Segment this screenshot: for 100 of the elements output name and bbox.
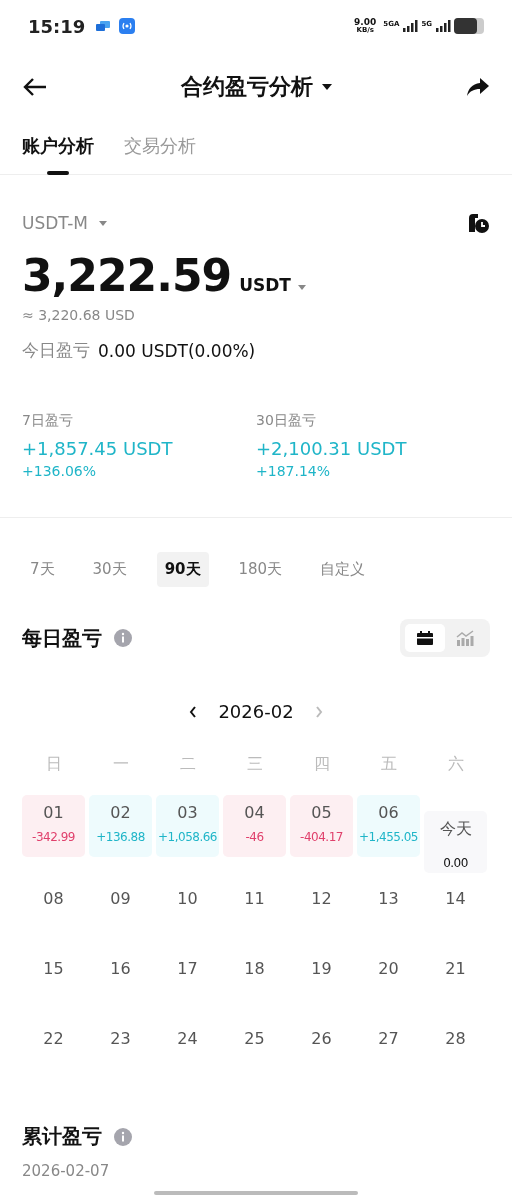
day-number: 28 — [445, 1029, 466, 1048]
day-number: 11 — [244, 889, 265, 908]
day-cell[interactable]: 01 -342.99 — [22, 795, 85, 857]
day-pnl: +1,455.05 — [359, 830, 418, 844]
day-cell[interactable]: 17 — [156, 951, 219, 1013]
section-title: 累计盈亏 — [22, 1123, 102, 1150]
day-number: 18 — [244, 959, 265, 978]
day-cell[interactable]: 19 — [290, 951, 353, 1013]
day-number: 13 — [378, 889, 399, 908]
day-number: 02 — [110, 803, 131, 822]
day-cell[interactable]: 今天 0.00 — [424, 811, 487, 873]
stat-value: +2,100.31 USDT — [256, 438, 408, 459]
day-cell[interactable]: 14 — [424, 881, 487, 943]
day-cell[interactable]: 24 — [156, 1021, 219, 1083]
day-pnl: +1,058.66 — [158, 830, 217, 844]
period-tab[interactable]: 自定义 — [312, 552, 374, 587]
cumulative-date: 2026-02-07 — [22, 1162, 111, 1180]
broadcast-icon — [119, 18, 136, 34]
weekday-label: 三 — [246, 754, 263, 775]
day-number: 14 — [445, 889, 466, 908]
period-tab[interactable]: 180天 — [230, 552, 291, 587]
day-number: 26 — [311, 1029, 332, 1048]
account-type[interactable]: USDT-M — [22, 213, 88, 233]
day-number: 04 — [244, 803, 265, 822]
page-title[interactable]: 合约盈亏分析 — [181, 72, 313, 102]
day-number: 27 — [378, 1029, 399, 1048]
calendar-view-button[interactable] — [405, 624, 445, 652]
status-time: 15:19 — [28, 15, 86, 37]
weekday-label: 四 — [313, 754, 330, 775]
day-number: 24 — [177, 1029, 198, 1048]
weekday-label: 六 — [447, 754, 464, 775]
stat-label: 7日盈亏 — [22, 412, 74, 430]
day-cell[interactable]: 02 +136.88 — [89, 795, 152, 857]
day-cell[interactable]: 08 — [22, 881, 85, 943]
day-number: 09 — [110, 889, 131, 908]
stat-percent: +187.14% — [256, 463, 332, 479]
day-cell[interactable]: 23 — [89, 1021, 152, 1083]
today-label: 今日盈亏 — [22, 339, 90, 362]
back-icon[interactable] — [22, 77, 48, 97]
day-cell[interactable]: 10 — [156, 881, 219, 943]
balance: 3,222.59 — [22, 250, 232, 301]
day-cell[interactable]: 28 — [424, 1021, 487, 1083]
day-cell[interactable]: 21 — [424, 951, 487, 1013]
weekday-label: 五 — [380, 754, 397, 775]
day-pnl: -404.17 — [300, 830, 343, 844]
weekday-label: 二 — [179, 754, 196, 775]
day-cell[interactable]: 16 — [89, 951, 152, 1013]
approx-value: ≈ 3,220.68 USD — [22, 307, 136, 323]
day-cell[interactable]: 18 — [223, 951, 286, 1013]
day-cell[interactable]: 12 — [290, 881, 353, 943]
day-number: 05 — [311, 803, 332, 822]
period-tab[interactable]: 7天 — [22, 552, 63, 587]
day-cell[interactable]: 26 — [290, 1021, 353, 1083]
day-cell[interactable]: 06 +1,455.05 — [357, 795, 420, 857]
signal-icon — [402, 20, 419, 32]
day-cell[interactable]: 13 — [357, 881, 420, 943]
previous-month-icon[interactable] — [188, 704, 199, 719]
day-number: 20 — [378, 959, 399, 978]
message-icon — [95, 20, 112, 32]
day-cell[interactable]: 09 — [89, 881, 152, 943]
signal-icon — [435, 20, 451, 32]
day-number: 10 — [177, 889, 198, 908]
day-number: 21 — [445, 959, 466, 978]
day-cell[interactable]: 20 — [357, 951, 420, 1013]
network-speed: 9.00 — [354, 18, 377, 27]
month-label: 2026-02 — [218, 701, 294, 722]
day-cell[interactable]: 11 — [223, 881, 286, 943]
day-number: 16 — [110, 959, 131, 978]
day-number: 19 — [311, 959, 332, 978]
day-pnl: 0.00 — [443, 856, 468, 870]
day-number: 今天 — [439, 819, 472, 840]
day-number: 03 — [177, 803, 198, 822]
day-cell[interactable]: 25 — [223, 1021, 286, 1083]
day-number: 22 — [43, 1029, 64, 1048]
stat-percent: +136.06% — [22, 463, 98, 479]
period-tab[interactable]: 90天 — [156, 552, 209, 587]
section-title: 每日盈亏 — [22, 624, 102, 652]
tab[interactable]: 账户分析 — [22, 122, 94, 175]
stat-label: 30日盈亏 — [256, 412, 317, 430]
day-cell[interactable]: 03 +1,058.66 — [156, 795, 219, 857]
balance-unit[interactable]: USDT — [239, 275, 291, 295]
day-cell[interactable]: 15 — [22, 951, 85, 1013]
period-tab[interactable]: 30天 — [84, 552, 135, 587]
day-pnl: -342.99 — [32, 830, 75, 844]
day-number: 01 — [43, 803, 64, 822]
battery-icon — [454, 18, 484, 34]
day-number: 06 — [378, 803, 399, 822]
caret-icon[interactable] — [321, 83, 333, 91]
stat-value: +1,857.45 USDT — [22, 438, 174, 459]
weekday-label: 日 — [45, 754, 62, 775]
day-number: 12 — [311, 889, 332, 908]
bar-chart-icon — [456, 630, 474, 646]
share-icon[interactable] — [466, 77, 490, 97]
day-cell[interactable]: 04 -46 — [223, 795, 286, 857]
day-cell[interactable]: 05 -404.17 — [290, 795, 353, 857]
history-icon[interactable] — [466, 212, 490, 234]
day-cell[interactable]: 27 — [357, 1021, 420, 1083]
day-cell[interactable]: 22 — [22, 1021, 85, 1083]
day-pnl: +136.88 — [96, 830, 145, 844]
day-number: 15 — [43, 959, 64, 978]
